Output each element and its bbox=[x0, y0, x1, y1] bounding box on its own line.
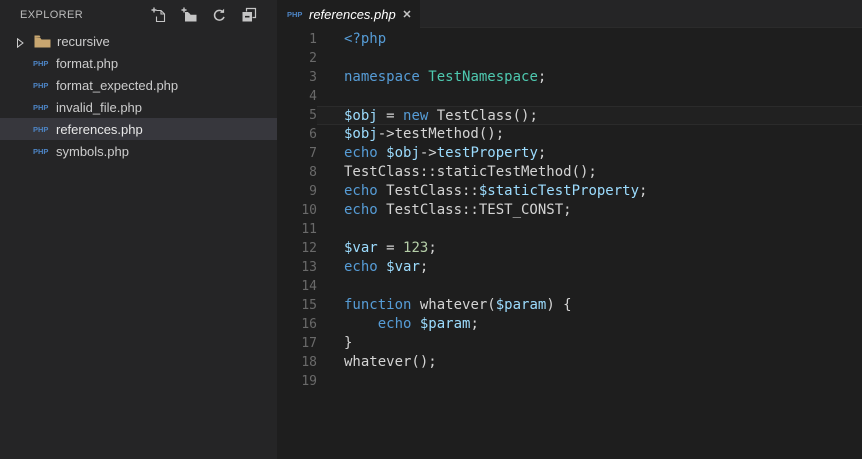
line-content: $obj = new TestClass(); bbox=[317, 106, 862, 125]
new-file-button[interactable] bbox=[151, 7, 167, 23]
file-label: references.php bbox=[56, 121, 143, 137]
new-file-icon bbox=[151, 7, 167, 23]
line-number[interactable]: 12 bbox=[277, 239, 317, 258]
code-line-current[interactable]: 5 $obj = new TestClass(); bbox=[277, 106, 862, 125]
line-number[interactable]: 13 bbox=[277, 258, 317, 277]
chevron-right-icon bbox=[15, 36, 25, 49]
folder-label: recursive bbox=[57, 33, 110, 49]
php-file-icon: PHP bbox=[33, 102, 49, 112]
line-content: $var = 123; bbox=[344, 240, 437, 256]
tab-close-icon[interactable]: ✕ bbox=[400, 8, 420, 21]
line-number[interactable]: 19 bbox=[277, 372, 317, 391]
line-number[interactable]: 7 bbox=[277, 144, 317, 163]
code-line[interactable]: 16 echo $param; bbox=[277, 315, 862, 334]
line-content: echo $var; bbox=[344, 259, 429, 275]
line-content bbox=[317, 277, 862, 296]
code-line[interactable]: 18 whatever(); bbox=[277, 353, 862, 372]
line-number[interactable]: 17 bbox=[277, 334, 317, 353]
code-line[interactable]: 3 namespace TestNamespace; bbox=[277, 68, 862, 87]
explorer-header: EXPLORER bbox=[0, 0, 277, 28]
line-content bbox=[317, 87, 862, 106]
php-file-icon: PHP bbox=[33, 80, 49, 90]
line-content: function whatever($param) { bbox=[344, 297, 572, 313]
code-editor[interactable]: 1 <?php 2 3 namespace TestNamespace; 4 5 $obj =… bbox=[277, 28, 862, 391]
file-label: format_expected.php bbox=[56, 77, 179, 93]
editor-group: PHP references.php ✕ 1 <?php 2 3 namespace T… bbox=[277, 0, 862, 459]
file-row[interactable]: PHP symbols.php bbox=[0, 140, 277, 162]
file-label: invalid_file.php bbox=[56, 99, 143, 115]
file-row[interactable]: PHP invalid_file.php bbox=[0, 96, 277, 118]
line-content: echo $obj->testProperty; bbox=[344, 145, 547, 161]
line-content: echo TestClass::$staticTestProperty; bbox=[344, 183, 648, 199]
file-label: format.php bbox=[56, 55, 119, 71]
refresh-button[interactable] bbox=[211, 7, 227, 23]
line-content bbox=[317, 49, 862, 68]
code-line[interactable]: 14 bbox=[277, 277, 862, 296]
line-content: echo $param; bbox=[377, 316, 479, 332]
code-line[interactable]: 4 bbox=[277, 87, 862, 106]
line-number[interactable]: 1 bbox=[277, 30, 317, 49]
file-tree: recursive PHP format.php PHP format_expecte… bbox=[0, 30, 277, 162]
vscode-window: EXPLORER recursive PHP format.php PHP fo… bbox=[0, 0, 862, 459]
php-file-icon: PHP bbox=[33, 146, 49, 156]
code-line[interactable]: 11 bbox=[277, 220, 862, 239]
line-number[interactable]: 9 bbox=[277, 182, 317, 201]
php-file-icon: PHP bbox=[33, 124, 49, 134]
code-line[interactable]: 1 <?php bbox=[277, 30, 862, 49]
file-row[interactable]: PHP format_expected.php bbox=[0, 74, 277, 96]
line-number[interactable]: 4 bbox=[277, 87, 317, 106]
line-content: TestClass::staticTestMethod(); bbox=[344, 164, 597, 180]
folder-row-recursive[interactable]: recursive bbox=[0, 30, 277, 52]
line-number[interactable]: 5 bbox=[277, 106, 317, 125]
new-folder-button[interactable] bbox=[181, 7, 197, 23]
code-line[interactable]: 15 function whatever($param) { bbox=[277, 296, 862, 315]
line-content: echo TestClass::TEST_CONST; bbox=[344, 202, 572, 218]
line-content bbox=[317, 372, 862, 391]
refresh-icon bbox=[212, 8, 227, 23]
line-content: whatever(); bbox=[344, 354, 437, 370]
line-content: $obj->testMethod(); bbox=[344, 126, 505, 142]
collapse-all-button[interactable] bbox=[241, 7, 257, 23]
line-number[interactable]: 15 bbox=[277, 296, 317, 315]
php-file-icon: PHP bbox=[287, 9, 303, 19]
php-file-icon: PHP bbox=[33, 58, 49, 68]
line-number[interactable]: 18 bbox=[277, 353, 317, 372]
line-number[interactable]: 10 bbox=[277, 201, 317, 220]
explorer-title: EXPLORER bbox=[20, 9, 84, 21]
line-content: namespace TestNamespace; bbox=[344, 69, 547, 85]
line-number[interactable]: 3 bbox=[277, 68, 317, 87]
tab-bar: PHP references.php ✕ bbox=[277, 0, 862, 28]
line-number[interactable]: 14 bbox=[277, 277, 317, 296]
line-number[interactable]: 11 bbox=[277, 220, 317, 239]
line-number[interactable]: 8 bbox=[277, 163, 317, 182]
tab-bar-empty-space bbox=[420, 0, 862, 28]
code-line[interactable]: 9 echo TestClass::$staticTestProperty; bbox=[277, 182, 862, 201]
tab-references-php[interactable]: PHP references.php ✕ bbox=[277, 0, 420, 28]
code-line[interactable]: 12 $var = 123; bbox=[277, 239, 862, 258]
code-line[interactable]: 13 echo $var; bbox=[277, 258, 862, 277]
code-line[interactable]: 2 bbox=[277, 49, 862, 68]
code-line[interactable]: 6 $obj->testMethod(); bbox=[277, 125, 862, 144]
line-number[interactable]: 6 bbox=[277, 125, 317, 144]
code-line[interactable]: 10 echo TestClass::TEST_CONST; bbox=[277, 201, 862, 220]
line-number[interactable]: 16 bbox=[277, 315, 317, 334]
file-list: PHP format.php PHP format_expected.php PHP in… bbox=[0, 52, 277, 162]
folder-icon bbox=[34, 35, 51, 48]
file-row[interactable]: PHP references.php bbox=[0, 118, 277, 140]
tab-title: references.php bbox=[309, 6, 396, 22]
line-content bbox=[317, 220, 862, 239]
code-line[interactable]: 17} bbox=[277, 334, 862, 353]
code-line[interactable]: 8 TestClass::staticTestMethod(); bbox=[277, 163, 862, 182]
file-row[interactable]: PHP format.php bbox=[0, 52, 277, 74]
new-folder-icon bbox=[181, 7, 197, 23]
file-label: symbols.php bbox=[56, 143, 129, 159]
explorer-actions bbox=[151, 7, 269, 23]
line-content: <?php bbox=[344, 31, 387, 47]
code-line[interactable]: 7 echo $obj->testProperty; bbox=[277, 144, 862, 163]
code-line[interactable]: 19 bbox=[277, 372, 862, 391]
explorer-sidebar: EXPLORER recursive PHP format.php PHP fo… bbox=[0, 0, 277, 459]
line-content: } bbox=[344, 335, 353, 351]
line-number[interactable]: 2 bbox=[277, 49, 317, 68]
collapse-all-icon bbox=[241, 7, 257, 23]
